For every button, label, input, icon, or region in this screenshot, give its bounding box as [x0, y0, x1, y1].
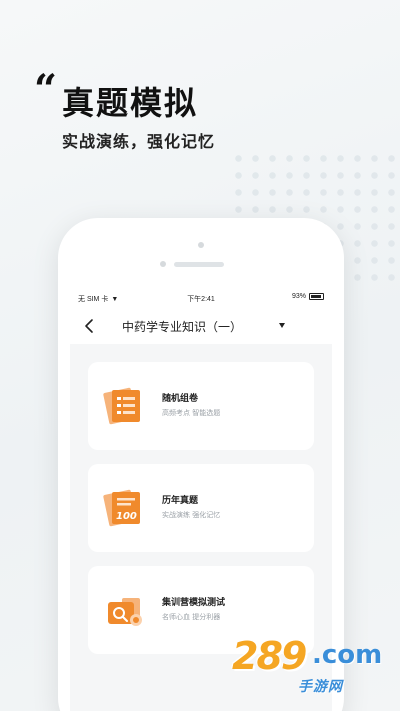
watermark-subtitle: 手游网	[298, 679, 343, 695]
site-watermark: 289 .com 手游网	[232, 634, 392, 704]
card-random-paper[interactable]: 随机组卷 高频考点 智能选题	[88, 362, 314, 450]
phone-speaker	[174, 262, 224, 267]
promo-subheadline: 实战演练，强化记忆	[62, 132, 216, 151]
phone-camera	[198, 242, 204, 248]
card-title: 集训营模拟测试	[162, 598, 226, 608]
score-100-paper-icon: 100	[103, 489, 140, 527]
subject-selector[interactable]: 中药学专业知识（一）	[122, 318, 242, 335]
card-subtitle: 高频考点 智能选题	[162, 409, 221, 417]
svg-text:100: 100	[116, 511, 137, 522]
watermark-suffix: .com	[312, 640, 383, 670]
caret-down-icon[interactable]	[279, 323, 285, 328]
battery-icon	[309, 293, 324, 300]
camp-test-icon	[108, 598, 142, 626]
card-subtitle: 实战演练 强化记忆	[162, 511, 221, 519]
quote-mark: “	[34, 66, 58, 113]
status-bar: 无 SIM 卡 ▼ 下午2:41 93%	[70, 288, 332, 308]
chevron-left-icon[interactable]	[82, 318, 98, 334]
phone-sensor	[160, 261, 166, 267]
card-subtitle: 名师心血 提分利器	[162, 613, 221, 621]
nav-bar: 中药学专业知识（一）	[70, 308, 332, 344]
card-title: 随机组卷	[162, 394, 199, 404]
card-past-exams[interactable]: 100 历年真题 实战演练 强化记忆	[88, 464, 314, 552]
paper-list-icon	[103, 387, 140, 425]
battery-percent: 93%	[291, 293, 306, 300]
status-battery: 93%	[292, 293, 324, 300]
watermark-number: 289	[232, 634, 307, 678]
card-title: 历年真题	[162, 496, 199, 506]
promo-headline: 真题模拟	[62, 84, 199, 122]
